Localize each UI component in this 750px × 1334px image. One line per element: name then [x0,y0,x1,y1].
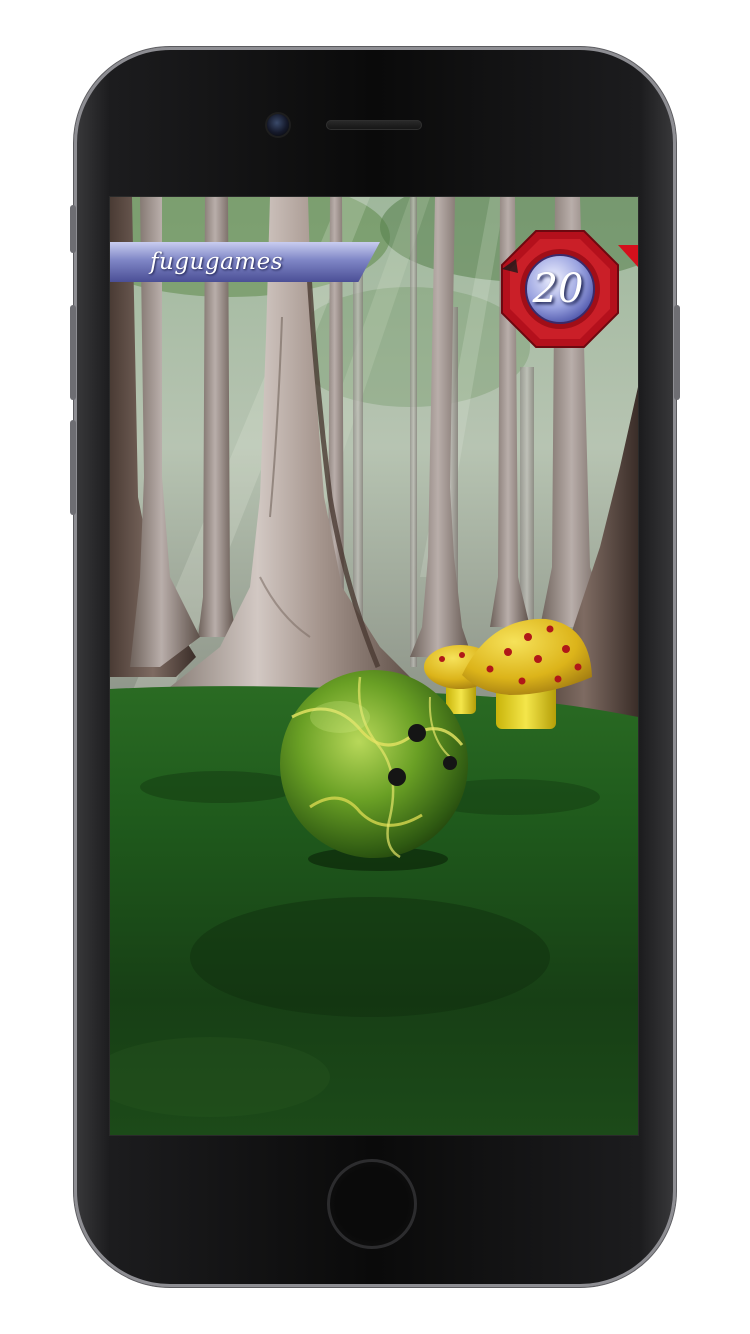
volume-up-button [70,305,76,400]
front-camera [267,114,289,136]
volume-down-button [70,420,76,515]
timer-value: 20 [532,266,584,312]
player-name-label: fugugames [150,249,284,275]
red-triangle-marker-icon [618,245,638,267]
home-button[interactable] [327,1159,417,1249]
mute-switch [70,205,76,253]
power-button [674,305,680,400]
earpiece-speaker [326,120,422,130]
game-screen[interactable]: fugugames 20 [109,196,639,1136]
timer-badge: 20 [498,229,622,353]
player-name-banner: fugugames [110,242,380,282]
